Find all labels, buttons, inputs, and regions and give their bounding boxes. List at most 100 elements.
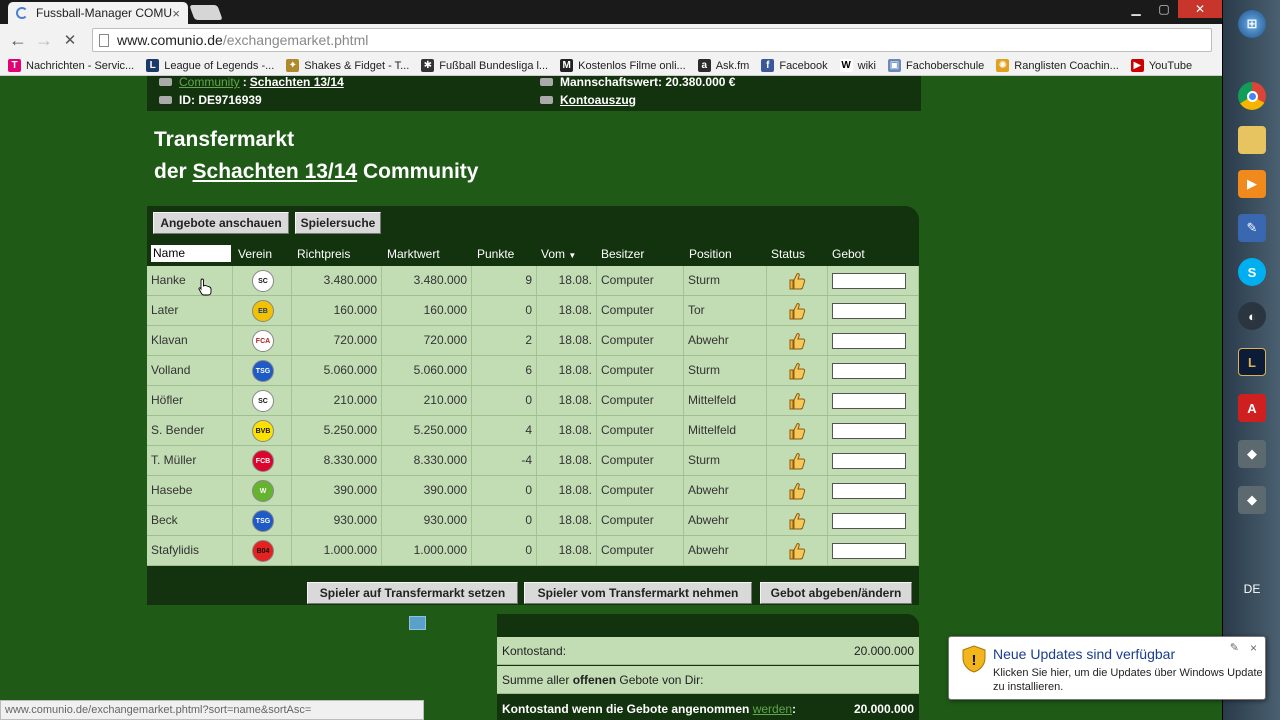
- position: Abwehr: [684, 326, 767, 355]
- taskbar-app-2[interactable]: ◆: [1228, 434, 1276, 474]
- window-close-icon[interactable]: ✕: [1178, 0, 1222, 18]
- player-name[interactable]: T. Müller: [147, 446, 233, 475]
- points: 0: [472, 476, 537, 505]
- player-name[interactable]: Höfler: [147, 386, 233, 415]
- forward-button[interactable]: →: [32, 28, 56, 52]
- club-crest-icon[interactable]: FCB: [252, 450, 274, 472]
- club-crest-icon[interactable]: B04: [252, 540, 274, 562]
- stop-button[interactable]: ✕: [58, 28, 82, 52]
- community-name-link[interactable]: Schachten 13/14: [250, 76, 344, 89]
- taskbar-skype[interactable]: S: [1228, 252, 1276, 292]
- column-club[interactable]: Verein: [238, 247, 272, 261]
- address-bar[interactable]: www.comunio.de/exchangemarket.phtml: [92, 28, 1212, 52]
- column-guide-price[interactable]: Richtpreis: [297, 247, 350, 261]
- player-name[interactable]: Klavan: [147, 326, 233, 355]
- account-statement-link[interactable]: Kontoauszug: [560, 93, 636, 107]
- bookmark-item[interactable]: M Kostenlos Filme onli...: [560, 59, 686, 72]
- new-tab-button[interactable]: [189, 5, 223, 20]
- column-position[interactable]: Position: [689, 247, 732, 261]
- column-points[interactable]: Punkte: [477, 247, 514, 261]
- bookmark-item[interactable]: ✦ Shakes & Fidget - T...: [286, 59, 409, 72]
- bookmark-item[interactable]: f Facebook: [761, 59, 828, 72]
- club-crest-icon[interactable]: FCA: [252, 330, 274, 352]
- column-name[interactable]: Name: [151, 245, 231, 262]
- taskbar-tool[interactable]: ✎: [1228, 208, 1276, 248]
- bookmark-item[interactable]: L League of Legends -...: [146, 59, 274, 72]
- title-community-link[interactable]: Schachten 13/14: [193, 160, 358, 183]
- put-on-market-button[interactable]: Spieler auf Transfermarkt setzen: [307, 582, 518, 604]
- club-crest-icon[interactable]: W: [252, 480, 274, 502]
- club-crest-icon[interactable]: BVB: [252, 420, 274, 442]
- club-crest-icon[interactable]: SC: [252, 390, 274, 412]
- bid-input[interactable]: [832, 273, 906, 289]
- bookmark-item[interactable]: ▣ Fachoberschule: [888, 59, 984, 72]
- bookmark-item[interactable]: a Ask.fm: [697, 59, 749, 72]
- bid-input[interactable]: [832, 483, 906, 499]
- player-name[interactable]: Hasebe: [147, 476, 233, 505]
- bookmark-item[interactable]: ✺ Ranglisten Coachin...: [996, 59, 1119, 72]
- taskbar-lol[interactable]: L: [1228, 342, 1276, 382]
- position: Abwehr: [684, 536, 767, 565]
- table-row: Later 160.000 160.000 0 18.08. Computer Tor EB: [147, 296, 919, 326]
- player-name[interactable]: S. Bender: [147, 416, 233, 445]
- tab-title: Fussball-Manager COMU: [36, 6, 173, 20]
- bookmark-label: League of Legends -...: [164, 59, 275, 72]
- bid-input[interactable]: [832, 543, 906, 559]
- pin-icon[interactable]: ✎: [1230, 641, 1239, 654]
- thumbs-up-icon: [789, 483, 806, 500]
- column-status[interactable]: Status: [771, 247, 805, 261]
- bid-input[interactable]: [832, 513, 906, 529]
- media-player-icon: ▶: [1238, 170, 1266, 198]
- bookmark-item[interactable]: T Nachrichten - Servic...: [8, 59, 134, 72]
- bookmark-item[interactable]: ▶ YouTube: [1130, 59, 1192, 72]
- bookmark-item[interactable]: ✱ Fußball Bundesliga l...: [421, 59, 548, 72]
- club-crest-icon[interactable]: SC: [252, 270, 274, 292]
- bid-input[interactable]: [832, 423, 906, 439]
- player-name[interactable]: Later: [147, 296, 233, 325]
- take-off-market-button[interactable]: Spieler vom Transfermarkt nehmen: [524, 582, 752, 604]
- column-market-value[interactable]: Marktwert: [387, 247, 440, 261]
- windows-update-notification[interactable]: ! ✎ × Neue Updates sind verfügbar Klicke…: [948, 636, 1266, 700]
- club-crest-icon[interactable]: TSG: [252, 360, 274, 382]
- listed-date: 18.08.: [537, 296, 597, 325]
- start-button[interactable]: ⊞: [1228, 4, 1276, 44]
- browser-tab[interactable]: Fussball-Manager COMU ×: [8, 2, 188, 24]
- taskbar-app[interactable]: ◐: [1228, 296, 1276, 336]
- column-owner[interactable]: Besitzer: [601, 247, 644, 261]
- taskbar-chrome[interactable]: [1228, 76, 1276, 116]
- table-row: Volland 5.060.000 5.060.000 6 18.08. Computer…: [147, 356, 919, 386]
- community-label-link[interactable]: Community: [179, 76, 240, 89]
- club-crest-icon[interactable]: TSG: [252, 510, 274, 532]
- notification-close-icon[interactable]: ×: [1250, 641, 1257, 655]
- player-name[interactable]: Volland: [147, 356, 233, 385]
- taskbar-explorer[interactable]: [1228, 120, 1276, 160]
- bookmark-label: Facebook: [779, 59, 828, 72]
- player-name[interactable]: Hanke: [147, 266, 233, 295]
- club-crest-icon[interactable]: EB: [252, 300, 274, 322]
- position: Abwehr: [684, 476, 767, 505]
- balance-after-link[interactable]: werden: [753, 702, 792, 716]
- player-name[interactable]: Stafylidis: [147, 536, 233, 565]
- back-button[interactable]: ←: [6, 28, 30, 52]
- maximize-icon[interactable]: ▢: [1150, 0, 1178, 18]
- bid-input[interactable]: [832, 453, 906, 469]
- view-offers-button[interactable]: Angebote anschauen: [153, 212, 289, 234]
- owner: Computer: [597, 326, 684, 355]
- tab-close-icon[interactable]: ×: [172, 6, 180, 21]
- minimize-icon[interactable]: ▁: [1122, 0, 1150, 18]
- taskbar-media[interactable]: ▶: [1228, 164, 1276, 204]
- bid-input[interactable]: [832, 393, 906, 409]
- language-indicator[interactable]: DE: [1223, 582, 1280, 596]
- community-info-bar: Community : Schachten 13/14 ID: DE971693…: [147, 76, 921, 111]
- column-from[interactable]: Vom ▼: [541, 247, 576, 261]
- bid-input[interactable]: [832, 303, 906, 319]
- bid-input[interactable]: [832, 363, 906, 379]
- player-name[interactable]: Beck: [147, 506, 233, 535]
- taskbar-app-3[interactable]: ◆: [1228, 480, 1276, 520]
- taskbar-avira[interactable]: A: [1228, 388, 1276, 428]
- column-bid[interactable]: Gebot: [832, 247, 865, 261]
- player-search-button[interactable]: Spielersuche: [295, 212, 381, 234]
- bid-input[interactable]: [832, 333, 906, 349]
- bookmark-item[interactable]: Wwiki: [839, 59, 876, 72]
- place-bid-button[interactable]: Gebot abgeben/ändern: [760, 582, 912, 604]
